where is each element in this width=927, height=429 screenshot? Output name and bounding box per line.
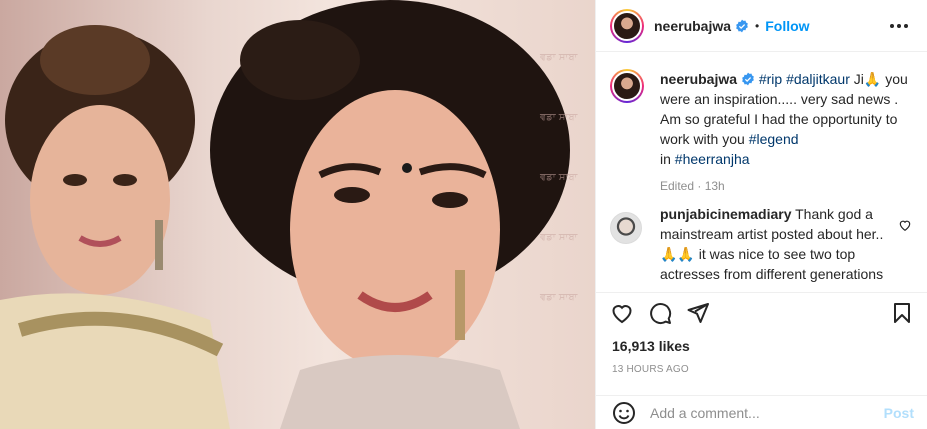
emoji-icon[interactable]: [612, 401, 636, 425]
comment-item: punjabicinemadiary Thank god a mainstrea…: [610, 204, 920, 284]
post-side-panel: neerubajwa • Follow neerubajwa #rip #dal…: [595, 0, 927, 429]
svg-text:ਵਡਾ ਸਾਬਾ: ਵਡਾ ਸਾਬਾ: [539, 232, 579, 243]
hashtag-legend[interactable]: #legend: [749, 131, 799, 147]
comment-text: punjabicinemadiary Thank god a mainstrea…: [660, 204, 890, 284]
heart-icon[interactable]: [610, 301, 634, 325]
commenter-avatar[interactable]: [610, 212, 642, 244]
hashtag-heerranjha[interactable]: #heerranjha: [675, 151, 750, 167]
likes-count[interactable]: 16,913 likes: [612, 338, 690, 354]
comment-composer: Post: [596, 395, 927, 429]
svg-text:ਵਡਾ ਸਾਬਾ: ਵਡਾ ਸਾਬਾ: [539, 172, 579, 183]
follow-button[interactable]: Follow: [765, 18, 809, 34]
post-timestamp[interactable]: 13 HOURS AGO: [612, 364, 689, 375]
send-icon[interactable]: [686, 301, 710, 325]
post-photo-illustration: ਵਡਾ ਸਾਬਾ ਵਡਾ ਸਾਬਾ ਵਡਾ ਸਾਬਾ ਵਡਾ ਸਾਬਾ ਵਡਾ …: [0, 0, 579, 429]
comment-input[interactable]: [650, 404, 860, 421]
hashtag-daljitkaur[interactable]: #daljitkaur: [786, 71, 850, 87]
caption-username[interactable]: neerubajwa: [660, 71, 737, 87]
caption-ji: Ji🙏: [849, 71, 882, 87]
svg-text:ਵਡਾ ਸਾਬਾ: ਵਡਾ ਸਾਬਾ: [539, 112, 579, 123]
caption-edited-time: Edited · 13h: [660, 179, 725, 193]
verified-badge-icon: [742, 72, 754, 86]
instagram-post-modal: ਵਡਾ ਸਾਬਾ ਵਡਾ ਸਾਬਾ ਵਡਾ ਸਾਬਾ ਵਡਾ ਸਾਬਾ ਵਡਾ …: [0, 0, 927, 429]
svg-text:ਵਡਾ ਸਾਬਾ: ਵਡਾ ਸਾਬਾ: [539, 292, 579, 303]
post-image[interactable]: ਵਡਾ ਸਾਬਾ ਵਡਾ ਸਾਬਾ ਵਡਾ ਸਾਬਾ ਵਡਾ ਸਾਬਾ ਵਡਾ …: [0, 0, 595, 429]
author-avatar[interactable]: [610, 8, 644, 43]
comment-icon[interactable]: [648, 301, 672, 325]
comment-heart-icon[interactable]: [898, 218, 912, 232]
bookmark-icon[interactable]: [890, 301, 914, 325]
post-caption: neerubajwa #rip #daljitkaur Ji🙏 you were…: [610, 69, 915, 193]
hashtag-rip[interactable]: #rip: [759, 71, 782, 87]
comments-section: neerubajwa #rip #daljitkaur Ji🙏 you were…: [596, 52, 927, 292]
verified-badge-icon: [736, 19, 748, 32]
post-header: neerubajwa • Follow: [596, 0, 927, 52]
post-comment-button[interactable]: Post: [884, 405, 914, 421]
action-bar: [596, 292, 927, 332]
author-username[interactable]: neerubajwa: [654, 18, 731, 34]
caption-in: in: [660, 151, 675, 167]
separator-dot: •: [755, 18, 760, 33]
caption-text: neerubajwa #rip #daljitkaur Ji🙏 you were…: [660, 69, 915, 169]
more-options-icon[interactable]: [890, 17, 910, 35]
svg-text:ਵਡਾ ਸਾਬਾ: ਵਡਾ ਸਾਬਾ: [539, 52, 579, 63]
commenter-username[interactable]: punjabicinemadiary: [660, 206, 791, 222]
caption-avatar[interactable]: [610, 69, 644, 103]
